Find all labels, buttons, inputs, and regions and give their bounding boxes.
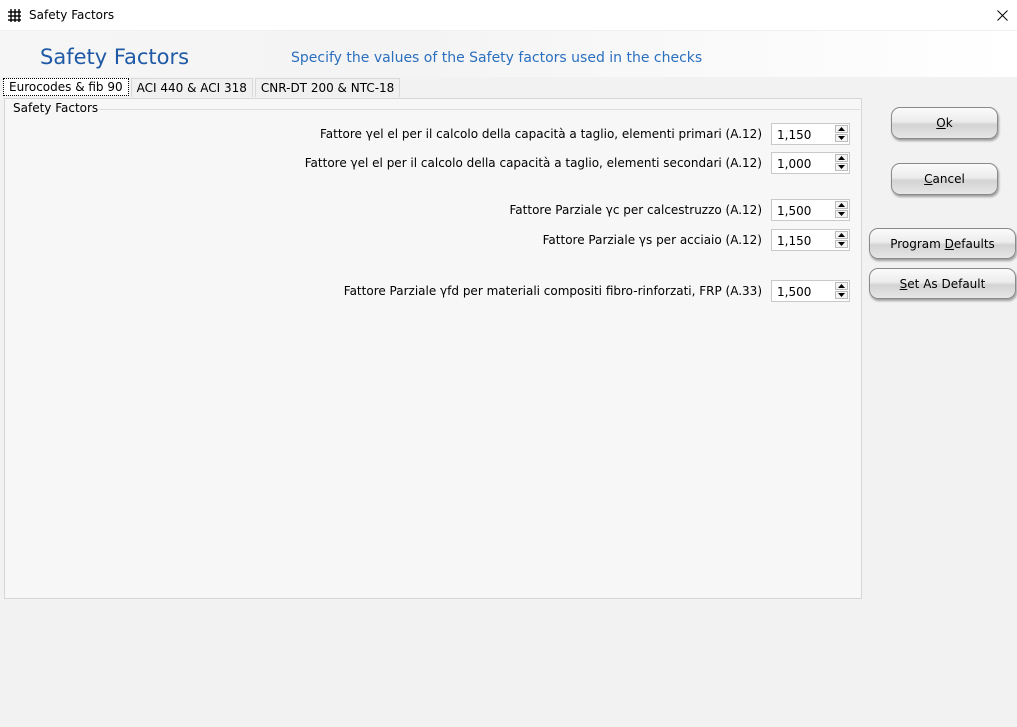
arrow-down-icon [838,212,845,216]
arrow-down-icon [838,136,845,140]
gamma-fd-input[interactable] [775,284,830,300]
gamma-el-secondary-spinbox[interactable] [771,152,850,174]
header-banner: Safety Factors Specify the values of the… [0,31,1017,77]
set-as-default-mnemonic: S [899,276,908,291]
arrow-down-icon [838,165,845,169]
ok-button[interactable]: Ok [891,107,998,139]
gamma-fd-spinbox[interactable] [771,280,850,302]
program-defaults-label-rest: efaults [953,236,995,251]
tab-cnr-dt[interactable]: CNR-DT 200 & NTC-18 [254,78,401,97]
set-as-default-button[interactable]: Set As Default [869,268,1016,299]
spin-down-button[interactable] [835,134,848,142]
arrow-up-icon [838,203,845,207]
field-row-gamma-s: Fattore Parziale γs per acciaio (A.12) [10,229,850,251]
arrow-down-icon [838,293,845,297]
gamma-el-secondary-input[interactable] [775,156,830,172]
spin-down-button[interactable] [835,210,848,218]
spin-up-button[interactable] [835,125,848,133]
gamma-el-primary-input[interactable] [775,127,830,143]
gamma-s-spinbox[interactable] [771,229,850,251]
cancel-button[interactable]: Cancel [891,163,998,195]
spin-down-button[interactable] [835,240,848,248]
group-divider [93,109,860,110]
arrow-up-icon [838,127,845,131]
field-row-gamma-el-primary: Fattore γel el per il calcolo della capa… [10,123,850,145]
ok-mnemonic: O [936,116,946,130]
field-label: Fattore Parziale γs per acciaio (A.12) [542,233,762,247]
arrow-up-icon [838,284,845,288]
page-subtitle: Specify the values of the Safety factors… [291,50,703,66]
field-label: Fattore Parziale γc per calcestruzzo (A.… [509,203,763,217]
spin-up-button[interactable] [835,154,848,162]
set-as-default-label-rest: et As Default [907,276,986,291]
window-title: Safety Factors [29,8,115,22]
program-defaults-mnemonic: D [944,236,954,251]
close-icon [996,10,1008,21]
program-defaults-button[interactable]: Program Defaults [869,228,1016,259]
spin-up-button[interactable] [835,231,848,239]
group-label: Safety Factors [12,101,100,115]
page-title: Safety Factors [40,45,190,69]
field-row-gamma-fd: Fattore Parziale γfd per materiali compo… [10,280,850,302]
ok-label-rest: k [945,116,953,130]
cancel-label-rest: ancel [932,172,965,186]
spin-down-button[interactable] [835,291,848,299]
field-label: Fattore γel el per il calcolo della capa… [304,156,762,170]
field-row-gamma-el-secondary: Fattore γel el per il calcolo della capa… [10,152,850,174]
spin-up-button[interactable] [835,201,848,209]
grid-app-icon [8,9,21,22]
field-label: Fattore Parziale γfd per materiali compo… [343,284,762,298]
field-label: Fattore γel el per il calcolo della capa… [319,127,762,141]
title-bar: Safety Factors [0,0,1017,31]
gamma-s-input[interactable] [775,233,830,249]
arrow-down-icon [838,242,845,246]
tab-strip: Eurocodes & fib 90 ACI 440 & ACI 318 CNR… [3,78,402,98]
tab-eurocodes[interactable]: Eurocodes & fib 90 [3,78,129,96]
program-defaults-label-before: Program [890,236,945,251]
arrow-up-icon [838,233,845,237]
spin-up-button[interactable] [835,282,848,290]
spin-down-button[interactable] [835,163,848,171]
gamma-el-primary-spinbox[interactable] [771,123,850,145]
close-button[interactable] [987,0,1017,31]
field-row-gamma-c: Fattore Parziale γc per calcestruzzo (A.… [10,199,850,221]
arrow-up-icon [838,156,845,160]
gamma-c-spinbox[interactable] [771,199,850,221]
cancel-mnemonic: C [924,172,933,186]
gamma-c-input[interactable] [775,203,830,219]
tab-aci[interactable]: ACI 440 & ACI 318 [130,78,253,97]
